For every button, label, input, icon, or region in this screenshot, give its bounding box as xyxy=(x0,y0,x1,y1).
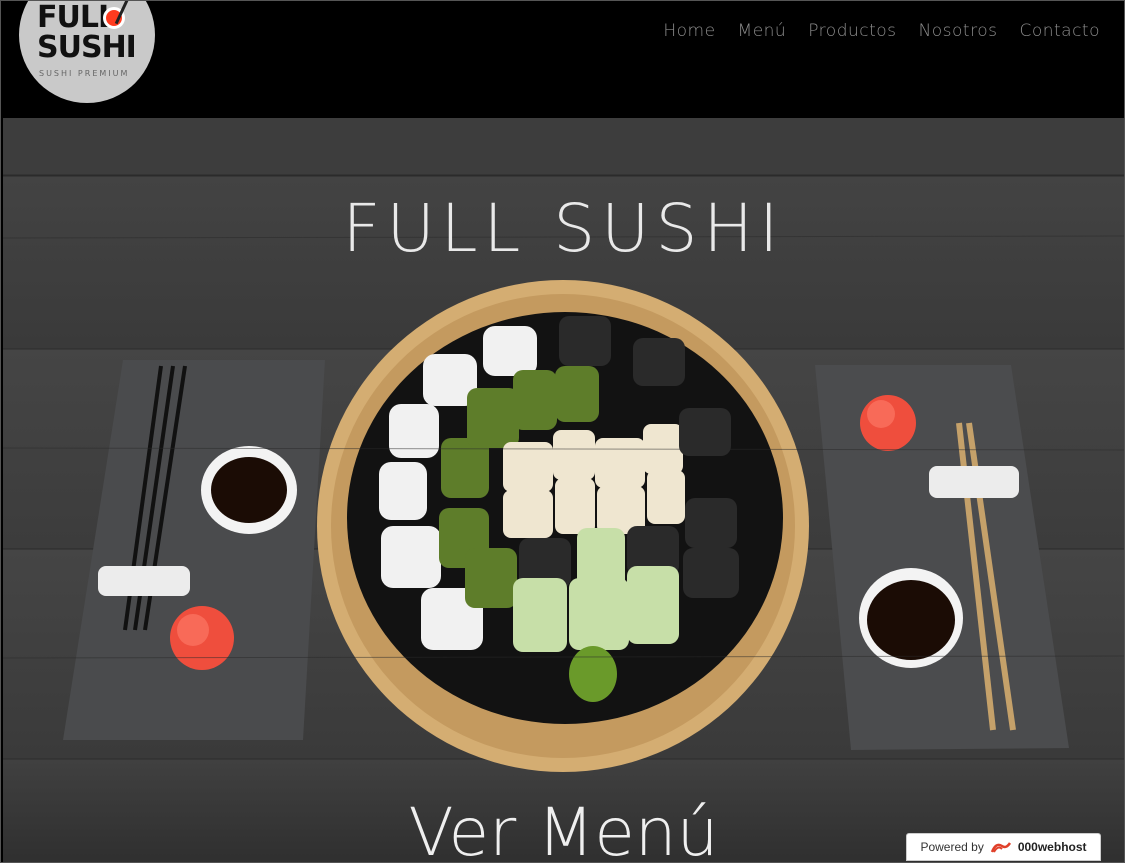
badge-brand: 000webhost xyxy=(1017,840,1087,854)
sushi-platter xyxy=(317,280,809,772)
nav-contacto[interactable]: Contacto xyxy=(1019,21,1100,41)
site-logo[interactable]: FULL SUSHI SUSHI PREMIUM xyxy=(19,1,155,103)
nav-nosotros[interactable]: Nosotros xyxy=(919,21,998,41)
hero-section: FULL SUSHI Ver Menú xyxy=(3,118,1124,862)
logo-text-line2: SUSHI xyxy=(37,30,137,65)
nav-home[interactable]: Home xyxy=(663,21,715,41)
badge-prefix: Powered by xyxy=(920,840,984,854)
site-header: FULL SUSHI SUSHI PREMIUM Home Menú Produ… xyxy=(3,1,1124,117)
hosting-badge[interactable]: Powered by 000webhost xyxy=(906,833,1101,861)
logo-tagline: SUSHI PREMIUM xyxy=(39,69,130,78)
right-slate-tray xyxy=(815,365,1069,750)
nav-productos[interactable]: Productos xyxy=(808,21,896,41)
000webhost-logo-icon xyxy=(990,842,1011,853)
browser-viewport: FULL SUSHI SUSHI PREMIUM Home Menú Produ… xyxy=(0,0,1125,863)
nav-menu[interactable]: Menú xyxy=(738,21,787,41)
hero-title: FULL SUSHI xyxy=(342,190,785,267)
main-nav: Home Menú Productos Nosotros Contacto xyxy=(663,21,1100,41)
left-slate-tray xyxy=(63,360,325,740)
